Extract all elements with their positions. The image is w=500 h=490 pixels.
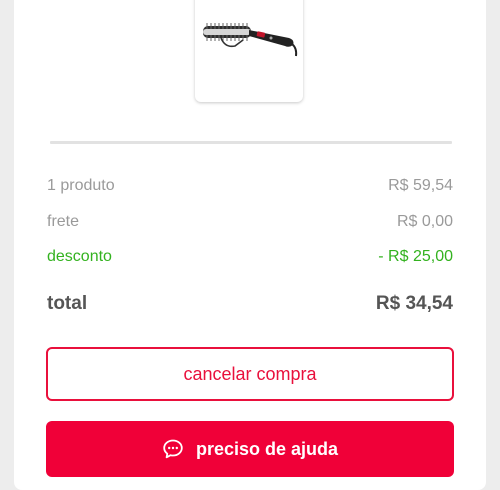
total-value: R$ 34,54: [375, 293, 453, 314]
summary-label: desconto: [47, 248, 112, 265]
product-image: [203, 23, 298, 57]
summary-value: R$ 0,00: [396, 213, 453, 230]
chat-bubble-icon: [162, 438, 184, 460]
summary-value: R$ 59,54: [388, 177, 453, 194]
cancel-purchase-button[interactable]: cancelar compra: [46, 347, 454, 401]
cancel-purchase-label: cancelar compra: [183, 363, 317, 384]
need-help-button[interactable]: preciso de ajuda: [46, 421, 454, 477]
summary-label: frete: [47, 213, 80, 230]
summary-value: - R$ 25,00: [378, 248, 453, 265]
summary-row-discount: desconto - R$ 25,00: [47, 248, 453, 266]
need-help-label: preciso de ajuda: [195, 438, 339, 459]
summary-row-shipping: frete R$ 0,00: [47, 213, 453, 231]
summary-row-total: total R$ 34,54: [47, 293, 453, 315]
summary-row-products: 1 produto R$ 59,54: [47, 177, 453, 195]
order-summary-card: 1 produto R$ 59,54 frete R$ 0,00 descont…: [14, 0, 486, 490]
section-divider: [50, 141, 452, 144]
total-label: total: [47, 293, 88, 314]
product-thumbnail[interactable]: [195, 0, 303, 102]
summary-label: 1 produto: [47, 177, 115, 194]
